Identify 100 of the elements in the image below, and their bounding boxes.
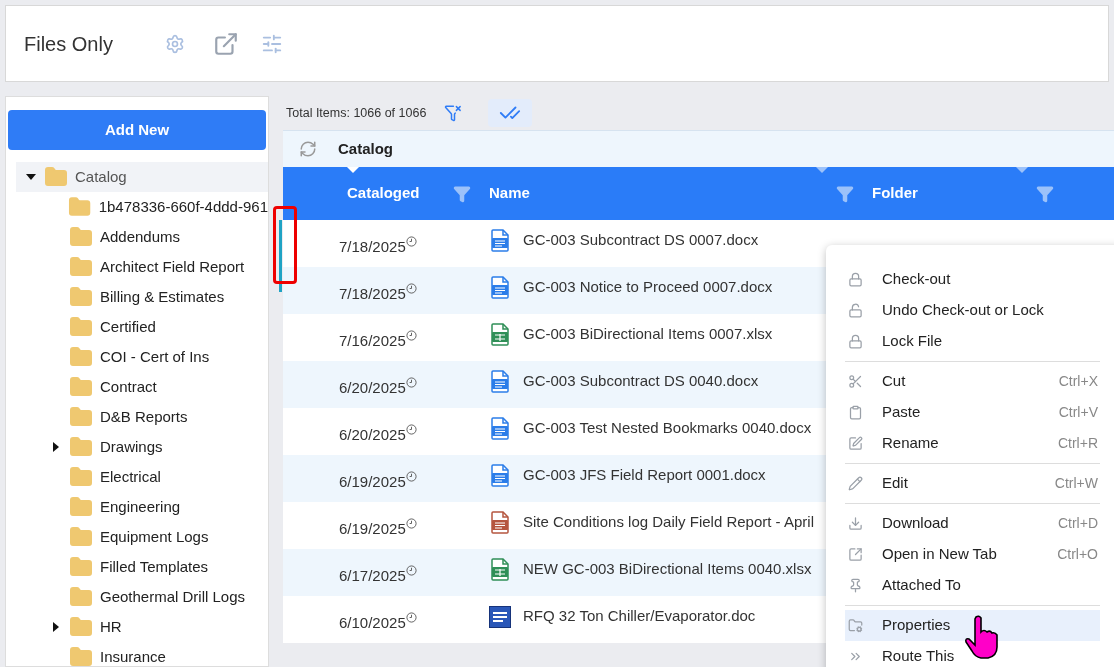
folder-label: Engineering (100, 496, 181, 517)
sliders-icon[interactable] (260, 32, 283, 55)
date-cell-text: 7/18/2025 (339, 237, 406, 258)
add-new-button[interactable]: Add New (8, 110, 266, 150)
folder-icon (69, 645, 93, 666)
pdf-file-icon (491, 511, 509, 534)
column-header[interactable]: Folder (872, 182, 918, 205)
external-link-icon[interactable] (212, 30, 239, 57)
tree-item[interactable]: Contract (16, 372, 268, 402)
file-name-cell-text: Site Conditions log Daily Field Report - April (523, 512, 814, 533)
filter-icon[interactable] (836, 184, 854, 203)
external-link-icon (848, 547, 863, 562)
tree-item[interactable]: Engineering (16, 492, 268, 522)
word-file-icon (491, 464, 509, 487)
shortcut-label: Ctrl+X (1058, 372, 1098, 391)
hand-cursor-icon (964, 614, 1000, 660)
unlock-icon (848, 303, 863, 318)
word-document-icon (489, 605, 511, 628)
clock-icon (405, 565, 417, 576)
menu-label: Properties (882, 615, 951, 636)
clock-icon (405, 424, 417, 435)
clear-filter-icon[interactable] (444, 104, 463, 122)
folder-icon (69, 255, 93, 279)
date-cell-text: 6/19/2025 (339, 472, 406, 493)
folder-label: Catalog (75, 166, 127, 187)
file-name-cell-text: GC-003 BiDirectional Items 0007.xlsx (523, 324, 773, 345)
tree-item[interactable]: Equipment Logs (16, 522, 268, 552)
folder-label: 1b478336-660f-4ddd-961 (98, 196, 268, 217)
folder-icon (69, 465, 93, 489)
tree-item[interactable]: Drawings (16, 432, 268, 462)
tree-item[interactable]: Filled Templates (16, 552, 268, 582)
settings-icon[interactable] (164, 33, 185, 54)
folder-label: Electrical (100, 466, 161, 487)
folder-icon (69, 495, 93, 519)
menu-item[interactable]: Download Ctrl+D (845, 508, 1100, 539)
file-name-cell-text: RFQ 32 Ton Chiller/Evaporator.doc (523, 606, 756, 627)
column-header[interactable]: Cataloged (347, 182, 420, 205)
shortcut-label: Ctrl+R (1057, 434, 1098, 453)
word-file-icon (491, 370, 509, 393)
tree-item[interactable]: Insurance (16, 642, 268, 666)
pencil-icon (848, 476, 863, 491)
folder-icon (69, 435, 93, 459)
filter-icon[interactable] (1036, 184, 1054, 203)
menu-label: Cut (882, 371, 906, 392)
tree-item[interactable]: Architect Field Report (16, 252, 268, 282)
tree-item[interactable]: Certified (16, 312, 268, 342)
menu-label: Lock File (882, 331, 943, 352)
folder-icon (69, 615, 93, 639)
filter-icon[interactable] (453, 184, 471, 203)
file-name-cell-text: GC-003 Subcontract DS 0040.docx (523, 371, 759, 392)
shortcut-label: Ctrl+D (1057, 514, 1098, 533)
file-name-cell-text: GC-003 JFS Field Report 0001.docx (523, 465, 766, 486)
column-header[interactable]: Name (489, 182, 530, 205)
folder-icon (44, 165, 68, 189)
file-name-cell-text: NEW GC-003 BiDirectional Items 0040.xlsx (523, 559, 812, 580)
pin-icon (848, 578, 863, 593)
clipboard-icon (848, 405, 863, 420)
group-title: Catalog (338, 138, 393, 159)
caret-right-icon[interactable] (51, 442, 61, 452)
menu-item[interactable]: Check-out (845, 264, 1100, 295)
tree-item[interactable]: HR (16, 612, 268, 642)
folder-icon (69, 315, 93, 339)
folder-icon (69, 375, 93, 399)
menu-item[interactable]: Edit Ctrl+W (845, 468, 1100, 499)
clock-icon (405, 612, 417, 623)
date-cell-text: 7/16/2025 (339, 331, 406, 352)
folder-settings-icon (848, 618, 863, 633)
word-file-icon (491, 276, 509, 299)
tree-item[interactable]: Addendums (16, 222, 268, 252)
folder-label: Equipment Logs (100, 526, 209, 547)
tree-item[interactable]: Geothermal Drill Logs (16, 582, 268, 612)
tree-item[interactable]: 1b478336-660f-4ddd-961 (16, 192, 268, 222)
date-cell-text: 6/19/2025 (339, 519, 406, 540)
row-indicator (279, 220, 282, 292)
folder-label: Billing & Estimates (100, 286, 225, 307)
select-all-button[interactable] (488, 99, 533, 127)
caret-right-icon[interactable] (51, 622, 61, 632)
file-name-cell-text: GC-003 Subcontract DS 0007.docx (523, 230, 759, 251)
tree-item[interactable]: D&B Reports (16, 402, 268, 432)
menu-label: Edit (882, 473, 908, 494)
date-cell-text: 6/17/2025 (339, 566, 406, 587)
folder-icon (69, 405, 93, 429)
menu-item[interactable]: Lock File (845, 326, 1100, 357)
rename-icon (848, 436, 863, 451)
folder-label: Drawings (100, 436, 163, 457)
file-name-cell-text: GC-003 Test Nested Bookmarks 0040.docx (523, 418, 812, 439)
caret-down-icon[interactable] (26, 172, 36, 182)
tree-item[interactable]: Billing & Estimates (16, 282, 268, 312)
menu-item[interactable]: Route This (845, 641, 1100, 667)
tree-item[interactable]: Electrical (16, 462, 268, 492)
folder-icon (68, 195, 92, 219)
word-file-icon (491, 417, 509, 440)
tree-item[interactable]: COI - Cert of Ins (16, 342, 268, 372)
tree-item[interactable]: Catalog (16, 162, 268, 192)
excel-file-icon (491, 558, 509, 581)
menu-item[interactable]: Cut Ctrl+X (845, 366, 1100, 397)
clock-icon (405, 377, 417, 388)
clock-icon (405, 518, 417, 529)
refresh-icon[interactable] (299, 140, 317, 158)
menu-item[interactable]: Properties (845, 610, 1100, 641)
